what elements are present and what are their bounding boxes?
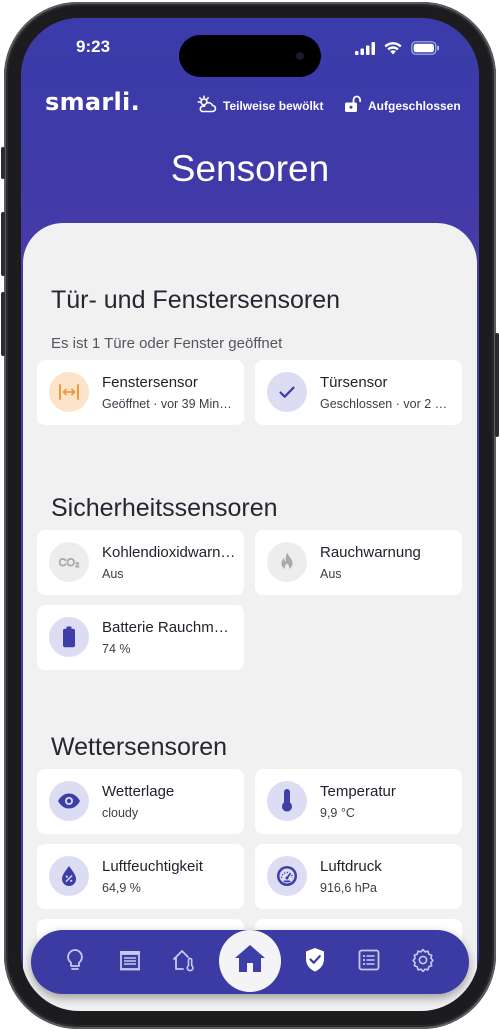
- sensor-name: Temperatur: [320, 783, 396, 800]
- signal-icon: [355, 40, 375, 59]
- sensor-name: Wetterlage: [102, 783, 175, 800]
- sensor-status: Geschlossen · vor 2 Stunden: [320, 397, 455, 411]
- sensor-card-kohlendioxid[interactable]: CO₂ Kohlendioxidwarnung Aus: [37, 530, 244, 595]
- wifi-icon: [384, 40, 402, 59]
- svg-text:CO₂: CO₂: [59, 557, 80, 569]
- home-thermometer-icon: [171, 948, 195, 976]
- power-button: [495, 333, 499, 437]
- section-title-doors: Tür- und Fenstersensoren: [51, 286, 341, 314]
- sensor-name: Türsensor: [320, 374, 388, 391]
- sensor-card-temperatur[interactable]: Temperatur 9,9 °C: [255, 769, 462, 834]
- section-subtitle-doors: Es ist 1 Türe oder Fenster geöffnet: [51, 335, 283, 352]
- gear-icon: [411, 948, 435, 976]
- nav-garage[interactable]: [116, 948, 144, 976]
- nav-home[interactable]: [219, 930, 281, 992]
- nav-climate[interactable]: [169, 948, 197, 976]
- section-title-weather: Wettersensoren: [51, 733, 228, 761]
- bottom-nav: [31, 930, 469, 994]
- weather-indicator[interactable]: Teilweise bewölkt: [197, 95, 323, 116]
- partly-cloudy-icon: [197, 95, 217, 116]
- sensor-card-tuersensor[interactable]: Türsensor Geschlossen · vor 2 Stunden: [255, 360, 462, 425]
- page-title: Sensoren: [170, 148, 330, 189]
- lock-label: Aufgeschlossen: [368, 98, 461, 113]
- sensor-card-fenstersensor[interactable]: Fenstersensor Geöffnet · vor 39 Minuten: [37, 360, 244, 425]
- sensor-name: Batterie Rauchmelder: [102, 619, 237, 636]
- camera-dot: [296, 52, 304, 60]
- volume-down-button: [1, 292, 5, 356]
- sensor-status: Aus: [320, 567, 342, 581]
- sensor-name: Luftdruck: [320, 858, 382, 875]
- checkmark-icon: [267, 372, 307, 412]
- sensor-status: 64,9 %: [102, 881, 141, 895]
- sensor-card-batterie-rauchmelder[interactable]: Batterie Rauchmelder 74 %: [37, 605, 244, 670]
- flame-icon: [267, 542, 307, 582]
- eye-icon: [49, 781, 89, 821]
- garage-icon: [118, 949, 142, 975]
- humidity-drop-icon: [49, 856, 89, 896]
- sensor-name: Fenstersensor: [102, 374, 198, 391]
- sensor-card-luftfeuchtigkeit[interactable]: Luftfeuchtigkeit 64,9 %: [37, 844, 244, 909]
- sensor-status: 74 %: [102, 642, 131, 656]
- nav-list[interactable]: [355, 948, 383, 976]
- sensor-name: Luftfeuchtigkeit: [102, 858, 203, 875]
- sensor-status: 916,6 hPa: [320, 881, 377, 895]
- sensor-status: 9,9 °C: [320, 806, 355, 820]
- brand-logo: smarli.: [45, 88, 140, 116]
- window-open-icon: [49, 372, 89, 412]
- status-bar: 9:23: [21, 18, 479, 77]
- sensor-name: Rauchwarnung: [320, 544, 421, 561]
- lock-open-icon: [344, 95, 362, 116]
- sensor-status: Geöffnet · vor 39 Minuten: [102, 397, 237, 411]
- list-icon: [358, 949, 380, 975]
- gauge-icon: [267, 856, 307, 896]
- sensor-card-luftdruck[interactable]: Luftdruck 916,6 hPa: [255, 844, 462, 909]
- lightbulb-icon: [64, 948, 86, 976]
- battery-icon: [49, 617, 89, 657]
- mute-switch: [1, 147, 5, 179]
- status-icons: [355, 40, 440, 59]
- nav-security[interactable]: [301, 948, 329, 976]
- sensor-card-wetterlage[interactable]: Wetterlage cloudy: [37, 769, 244, 834]
- dynamic-island: [179, 35, 321, 77]
- nav-settings[interactable]: [409, 948, 437, 976]
- sensor-status: cloudy: [102, 806, 139, 820]
- sensor-name: Kohlendioxidwarnung: [102, 544, 237, 561]
- app-top-bar: smarli. Teilweise bewölkt Aufgeschlossen: [21, 88, 479, 118]
- battery-status-icon: [411, 40, 440, 59]
- sensor-card-rauchwarnung[interactable]: Rauchwarnung Aus: [255, 530, 462, 595]
- nav-lights[interactable]: [61, 948, 89, 976]
- lock-indicator[interactable]: Aufgeschlossen: [344, 95, 461, 116]
- sensor-status: Aus: [102, 567, 124, 581]
- volume-up-button: [1, 212, 5, 276]
- section-title-safety: Sicherheitssensoren: [51, 494, 278, 522]
- content-sheet: Tür- und Fenstersensoren Es ist 1 Türe o…: [23, 223, 477, 1011]
- home-icon: [233, 943, 267, 979]
- thermometer-icon: [267, 781, 307, 821]
- weather-label: Teilweise bewölkt: [223, 98, 324, 113]
- shield-check-icon: [304, 947, 326, 977]
- status-time: 9:23: [76, 37, 111, 56]
- screen: 9:23 smarli. Teilweise bewölkt Aufgeschl…: [21, 18, 479, 1011]
- co2-icon: CO₂: [49, 542, 89, 582]
